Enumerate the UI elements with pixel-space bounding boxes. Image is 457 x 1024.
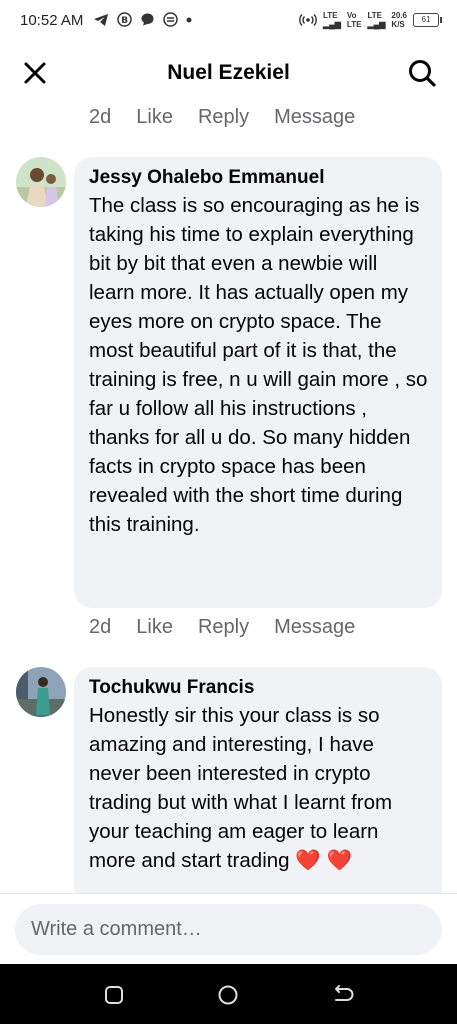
top-bar: Nuel Ezekiel: [0, 44, 457, 102]
signal-3-label: LTE: [367, 11, 382, 20]
notification-icons: B: [93, 12, 192, 27]
comment-author[interactable]: Jessy Ohalebo Emmanuel: [89, 165, 428, 191]
comment-body: Honestly sir this your class is so amazi…: [89, 704, 393, 872]
comment-time: 2d: [89, 616, 112, 638]
signal-2-icon: Vo LTE: [347, 11, 362, 29]
comment-bubble[interactable]: Tochukwu Francis Honestly sir this your …: [74, 667, 442, 907]
avatar-photo: [16, 667, 66, 717]
volte-lte-label: LTE: [346, 20, 362, 29]
chat-icon: [141, 13, 154, 26]
message-button[interactable]: Message: [274, 106, 355, 129]
signal-3-icon: LTE ▂▄▆: [367, 11, 386, 29]
comment-time: 2d: [89, 106, 112, 128]
sync-icon: [163, 12, 178, 27]
comment-input[interactable]: [15, 904, 442, 955]
heart-emoji: ❤️: [295, 849, 321, 872]
net-speed-unit: K/S: [391, 20, 405, 29]
avatar-photo: [16, 157, 66, 207]
back-icon[interactable]: [327, 980, 357, 1010]
system-nav-bar: [0, 964, 457, 1024]
like-button[interactable]: Like: [136, 106, 173, 129]
signal-1-icon: LTE ▂▄▆: [322, 11, 341, 29]
comment-author[interactable]: Tochukwu Francis: [89, 675, 428, 701]
recent-apps-icon[interactable]: [99, 980, 129, 1010]
more-notifications-icon: [186, 17, 192, 22]
search-icon[interactable]: [407, 58, 437, 88]
comment-text: Honestly sir this your class is so amazi…: [89, 701, 428, 875]
hotspot-icon: [299, 14, 317, 26]
reply-button[interactable]: Reply: [198, 616, 249, 639]
message-button[interactable]: Message: [274, 616, 355, 639]
comment-actions: 2d Like Reply Message: [89, 106, 380, 129]
signal-1-label: LTE: [322, 11, 338, 20]
comment-actions: 2d Like Reply Message: [89, 616, 380, 639]
reply-button[interactable]: Reply: [198, 106, 249, 129]
heart-emoji: ❤️: [326, 849, 353, 872]
comment-text: The class is so encouraging as he is tak…: [89, 194, 428, 536]
comment-bubble[interactable]: Jessy Ohalebo Emmanuel The class is so e…: [74, 157, 442, 608]
svg-text:B: B: [121, 16, 128, 26]
network-speed: 20.6 K/S: [391, 11, 407, 29]
status-time: 10:52 AM: [20, 12, 84, 29]
system-icons: LTE ▂▄▆ Vo LTE LTE ▂▄▆ 20.6 K/S 61: [299, 11, 442, 29]
page-title: Nuel Ezekiel: [167, 61, 290, 84]
avatar[interactable]: [16, 667, 66, 717]
bitcoin-icon: B: [117, 12, 132, 27]
like-button[interactable]: Like: [136, 616, 173, 639]
avatar[interactable]: [16, 157, 66, 207]
telegram-icon: [94, 13, 108, 26]
battery-level: 61: [421, 15, 431, 24]
home-icon[interactable]: [213, 980, 243, 1010]
status-bar: 10:52 AM B LTE ▂▄▆ Vo LTE LTE ▂▄▆ 20.6 K/S 6…: [0, 0, 457, 44]
battery-icon: 61: [413, 13, 442, 27]
comment-composer: [0, 893, 457, 965]
net-speed-value: 20.6: [391, 11, 407, 20]
volte-label: Vo: [346, 11, 357, 20]
